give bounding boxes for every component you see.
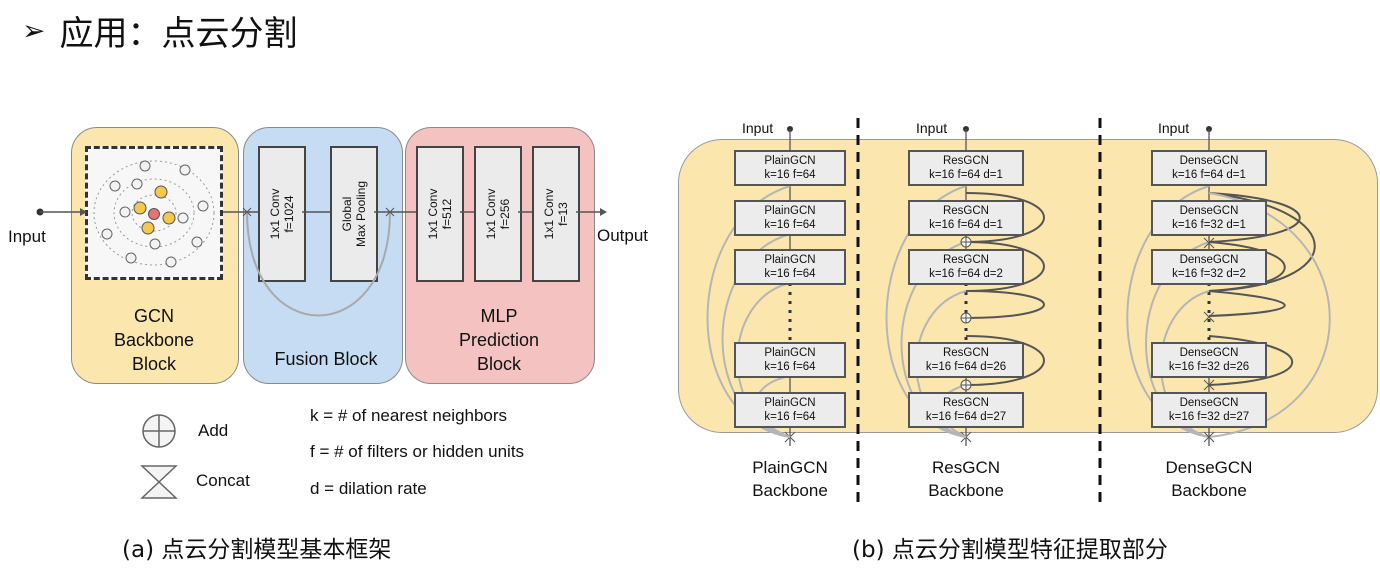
- dense-box-1-params: k=16 f=64 d=1: [1172, 169, 1246, 181]
- dense-gcn-box-3: DenseGCN k=16 f=32 d=2: [1151, 249, 1267, 285]
- res-gcn-box-2: ResGCN k=16 f=64 d=1: [908, 200, 1024, 236]
- plain-backbone-line2: Backbone: [752, 481, 828, 500]
- res-box-4-params: k=16 f=64 d=26: [925, 361, 1007, 373]
- dense-box-5-params: k=16 f=32 d=27: [1168, 411, 1250, 423]
- res-box-3-params: k=16 f=64 d=2: [929, 268, 1003, 280]
- dense-backbone-line2: Backbone: [1171, 481, 1247, 500]
- res-gcn-box-5: ResGCN k=16 f=64 d=27: [908, 392, 1024, 428]
- dense-box-2-params: k=16 f=32 d=1: [1172, 219, 1246, 231]
- res-gcn-box-3: ResGCN k=16 f=64 d=2: [908, 249, 1024, 285]
- dense-backbone-line1: DenseGCN: [1165, 458, 1253, 477]
- res-gcn-box-4: ResGCN k=16 f=64 d=26: [908, 342, 1024, 378]
- plain-gcn-box-4: PlainGCN k=16 f=64: [734, 342, 846, 378]
- dense-backbone-label: DenseGCN Backbone: [1139, 456, 1279, 502]
- dense-gcn-box-2: DenseGCN k=16 f=32 d=1: [1151, 200, 1267, 236]
- res-box-5-params: k=16 f=64 d=27: [925, 411, 1007, 423]
- dense-box-5-name: DenseGCN: [1179, 397, 1239, 409]
- plain-box-1-name: PlainGCN: [764, 155, 816, 167]
- plain-backbone-line1: PlainGCN: [752, 458, 828, 477]
- res-backbone-line2: Backbone: [928, 481, 1004, 500]
- plain-box-4-params: k=16 f=64: [764, 361, 816, 373]
- res-backbone-label: ResGCN Backbone: [896, 456, 1036, 502]
- plain-box-4-name: PlainGCN: [764, 347, 816, 359]
- plain-input-label: Input: [742, 120, 774, 136]
- dense-gcn-box-1: DenseGCN k=16 f=64 d=1: [1151, 150, 1267, 186]
- plain-box-5-name: PlainGCN: [764, 397, 816, 409]
- plain-box-3-name: PlainGCN: [764, 254, 816, 266]
- res-box-3-name: ResGCN: [942, 254, 989, 266]
- res-box-4-name: ResGCN: [942, 347, 989, 359]
- dense-gcn-box-4: DenseGCN k=16 f=32 d=26: [1151, 342, 1267, 378]
- caption-b: (b) 点云分割模型特征提取部分: [852, 537, 1168, 563]
- plain-gcn-box-1: PlainGCN k=16 f=64: [734, 150, 846, 186]
- dense-box-4-name: DenseGCN: [1179, 347, 1239, 359]
- dense-box-1-name: DenseGCN: [1179, 155, 1239, 167]
- res-box-5-name: ResGCN: [942, 397, 989, 409]
- dense-box-4-params: k=16 f=32 d=26: [1168, 361, 1250, 373]
- plain-box-5-params: k=16 f=64: [764, 411, 816, 423]
- plain-gcn-box-3: PlainGCN k=16 f=64: [734, 249, 846, 285]
- res-backbone-line1: ResGCN: [931, 458, 1000, 477]
- plain-backbone-label: PlainGCN Backbone: [720, 456, 860, 502]
- res-box-2-params: k=16 f=64 d=1: [929, 219, 1003, 231]
- dense-input-label: Input: [1158, 120, 1190, 136]
- plain-box-1-params: k=16 f=64: [764, 169, 816, 181]
- res-box-1-params: k=16 f=64 d=1: [929, 169, 1003, 181]
- plain-box-2-name: PlainGCN: [764, 205, 816, 217]
- dense-box-3-params: k=16 f=32 d=2: [1172, 268, 1246, 280]
- caption-a: (a) 点云分割模型基本框架: [122, 537, 392, 563]
- dense-gcn-box-5: DenseGCN k=16 f=32 d=27: [1151, 392, 1267, 428]
- dense-box-2-name: DenseGCN: [1179, 205, 1239, 217]
- res-input-label: Input: [916, 120, 948, 136]
- plain-box-2-params: k=16 f=64: [764, 219, 816, 231]
- res-box-1-name: ResGCN: [942, 155, 989, 167]
- plain-box-3-params: k=16 f=64: [764, 268, 816, 280]
- dense-box-3-name: DenseGCN: [1179, 254, 1239, 266]
- plain-gcn-box-5: PlainGCN k=16 f=64: [734, 392, 846, 428]
- plain-gcn-box-2: PlainGCN k=16 f=64: [734, 200, 846, 236]
- res-box-2-name: ResGCN: [942, 205, 989, 217]
- res-gcn-box-1: ResGCN k=16 f=64 d=1: [908, 150, 1024, 186]
